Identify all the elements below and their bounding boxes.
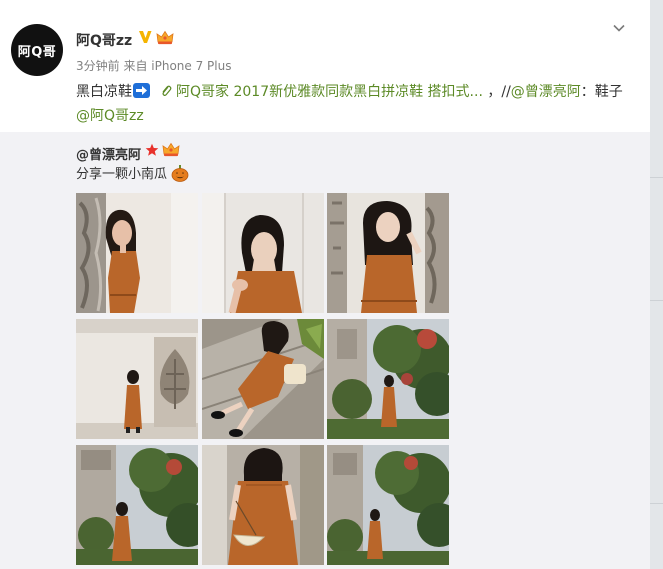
photo-9[interactable] xyxy=(327,445,449,565)
repost-text: 分享一颗小南瓜 xyxy=(76,164,189,185)
mention-link-2[interactable]: @阿Q哥zz xyxy=(76,108,144,124)
post-separator: ，// xyxy=(482,84,511,100)
product-link[interactable]: 阿Q哥家 2017新优雅款同款黑白拼凉鞋 搭扣式... xyxy=(176,84,483,100)
star-badge-icon xyxy=(145,143,159,156)
avatar[interactable]: 阿Q哥 xyxy=(11,24,63,76)
photo-6[interactable] xyxy=(327,319,449,439)
photo-3[interactable] xyxy=(327,193,449,313)
verified-v-icon xyxy=(139,31,152,43)
avatar-text: 阿Q哥 xyxy=(17,44,57,60)
right-gutter xyxy=(650,0,663,569)
post-text: 黑白凉鞋 阿Q哥家 2017新优雅款同款黑白拼凉鞋 搭扣式... ，//@曾漂亮阿… xyxy=(76,80,636,128)
weibo-card: 阿Q哥 阿Q哥zz 3分钟前 来自 iPhone 7 Plus 黑白凉鞋 阿Q哥家… xyxy=(0,0,650,569)
photo-7[interactable] xyxy=(76,445,198,565)
post-text-mid: ：鞋子 xyxy=(580,84,623,100)
post-meta: 3分钟前 来自 iPhone 7 Plus xyxy=(76,59,232,73)
member-crown-icon[interactable] xyxy=(162,142,180,157)
photo-1[interactable] xyxy=(76,193,198,313)
photo-5[interactable] xyxy=(202,319,324,439)
right-arrow-emoji-icon xyxy=(133,83,150,98)
chevron-down-icon[interactable] xyxy=(611,20,627,36)
member-crown-icon[interactable] xyxy=(156,30,174,45)
photo-8[interactable] xyxy=(202,445,324,565)
paperclip-link-icon xyxy=(162,85,172,97)
repost-text-body: 分享一颗小南瓜 xyxy=(76,167,168,182)
mention-link-1[interactable]: @曾漂亮阿 xyxy=(511,84,581,100)
repost-user[interactable]: @曾漂亮阿 xyxy=(76,144,141,163)
post-text-start: 黑白凉鞋 xyxy=(76,84,132,100)
photo-2[interactable] xyxy=(202,193,324,313)
pumpkin-emoji-icon xyxy=(171,165,189,182)
author-name[interactable]: 阿Q哥zz xyxy=(76,30,132,50)
photo-4[interactable] xyxy=(76,319,198,439)
